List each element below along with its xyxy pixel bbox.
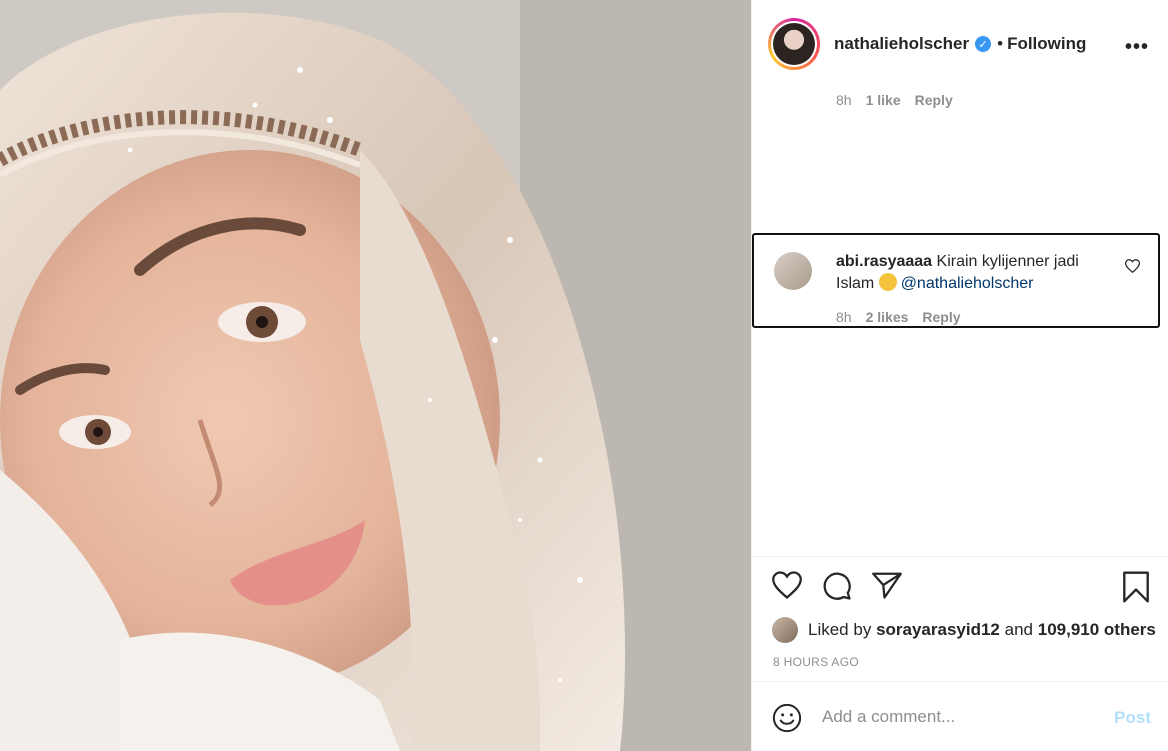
liked-by: Liked by sorayarasyid12 and 109,910 othe… xyxy=(772,617,1156,643)
post-actions: Liked by sorayarasyid12 and 109,910 othe… xyxy=(752,556,1168,681)
verified-badge-icon: ✓ xyxy=(975,36,992,52)
following-button[interactable]: Following xyxy=(1007,34,1086,54)
author-username[interactable]: nathalieholscher xyxy=(834,34,969,54)
avatar-image xyxy=(773,23,815,65)
comment-time: 8h xyxy=(836,309,852,325)
comment-input[interactable] xyxy=(822,702,1092,732)
photo-illustration xyxy=(0,0,751,751)
comment-time: 8h xyxy=(836,92,852,108)
liker-avatar[interactable] xyxy=(772,617,798,643)
comment-text: abi.rasyaaaa Kirain kylijenner jadi Isla… xyxy=(836,251,1116,295)
header-separator: • xyxy=(997,34,1004,53)
share-icon[interactable] xyxy=(872,571,902,604)
likes-count-link[interactable]: 109,910 others xyxy=(1038,620,1156,640)
highlighted-comment: abi.rasyaaaa Kirain kylijenner jadi Isla… xyxy=(752,233,1160,328)
comment-likes-link[interactable]: 2 likes xyxy=(866,309,909,325)
liked-by-prefix: Liked by xyxy=(808,620,872,639)
comment-likes-link[interactable]: 1 like xyxy=(866,92,901,108)
liked-by-connector: and xyxy=(1004,620,1033,639)
comment-like-heart-icon[interactable] xyxy=(1124,259,1141,278)
post-side-panel: nathalieholscher ✓ • Following ••• 8h 1 … xyxy=(751,0,1168,751)
more-options-icon[interactable]: ••• xyxy=(1125,36,1149,59)
bookmark-icon[interactable] xyxy=(1123,571,1149,608)
post-comment-button[interactable]: Post xyxy=(1114,708,1151,728)
rofl-emoji-icon xyxy=(878,273,897,291)
avatar-inner xyxy=(771,21,817,67)
emoji-smile-icon[interactable] xyxy=(772,703,802,738)
mention-link[interactable]: @nathalieholscher xyxy=(901,275,1034,292)
commenter-username[interactable]: abi.rasyaaaa xyxy=(836,253,932,270)
post-photo[interactable] xyxy=(0,0,751,751)
author-avatar[interactable] xyxy=(768,18,820,70)
comment-icon[interactable] xyxy=(822,571,852,606)
previous-comment-meta: 8h 1 like Reply xyxy=(836,92,953,108)
liker-username[interactable]: sorayarasyid12 xyxy=(876,620,1000,640)
reply-button[interactable]: Reply xyxy=(922,309,960,325)
reply-button[interactable]: Reply xyxy=(915,92,953,108)
comments-list[interactable]: 8h 1 like Reply abi.rasyaaaa Kirain kyli… xyxy=(752,88,1168,556)
heart-icon[interactable] xyxy=(772,571,802,604)
comment-meta: 8h 2 likes Reply xyxy=(836,309,961,325)
post-header: nathalieholscher ✓ • Following ••• xyxy=(752,0,1168,88)
add-comment-bar: Post xyxy=(752,681,1168,751)
post-timestamp[interactable]: 8 HOURS AGO xyxy=(773,655,859,669)
commenter-avatar[interactable] xyxy=(774,252,812,290)
